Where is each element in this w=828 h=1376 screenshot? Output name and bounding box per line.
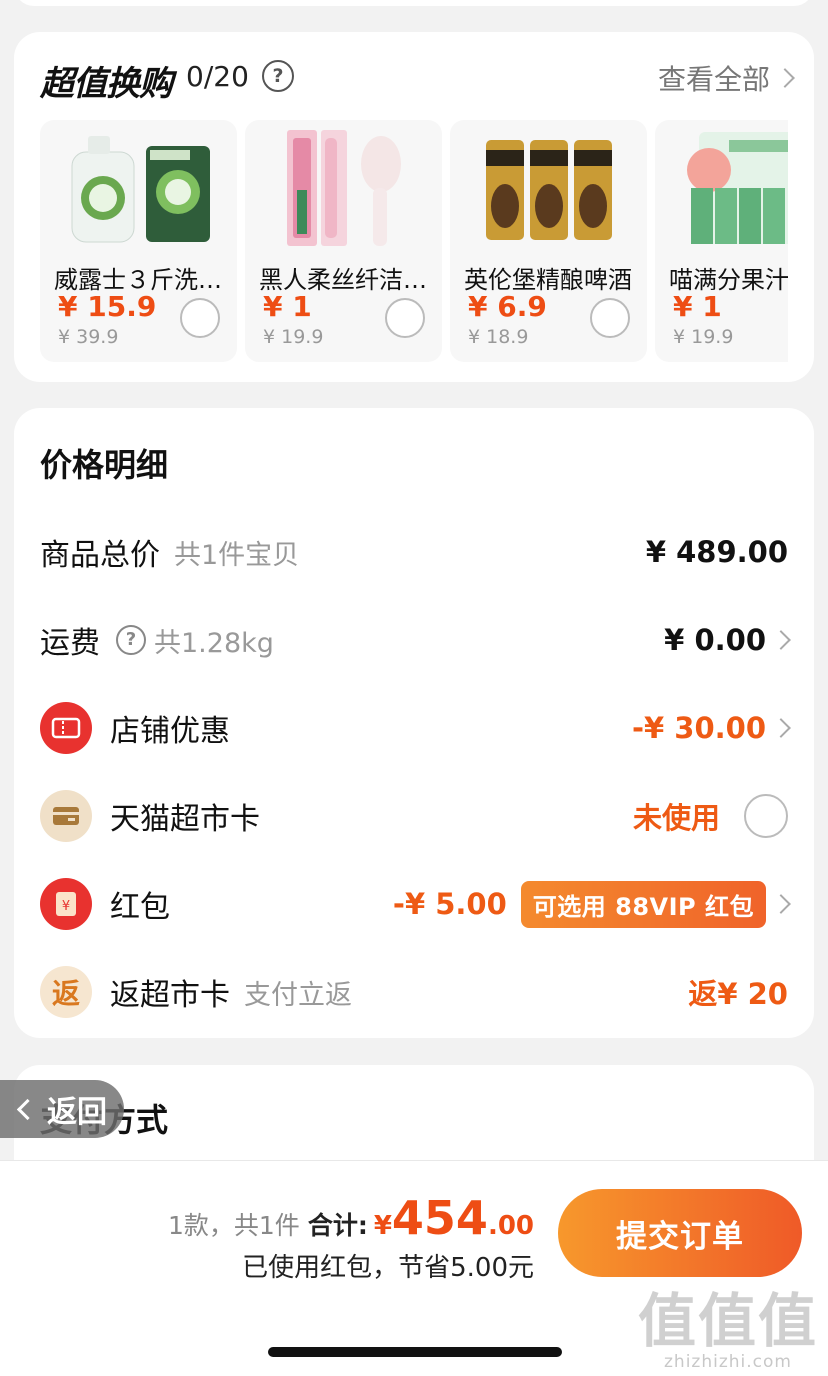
product-select-radio[interactable] — [180, 298, 220, 338]
submit-order-button[interactable]: 提交订单 — [558, 1189, 802, 1277]
view-all-label: 查看全部 — [657, 63, 770, 96]
product-select-radio[interactable] — [385, 298, 425, 338]
red-packet-icon: ¥ — [40, 878, 92, 930]
question-circle-icon[interactable]: ? — [262, 60, 294, 92]
previous-section-card — [14, 0, 814, 6]
exchange-product-card[interactable]: 英伦堡精酿啤酒 ¥ 6.9 ¥ 18.9 — [450, 120, 647, 362]
row-sub: 共1件宝贝 — [174, 539, 300, 571]
row-sub: 支付立返 — [244, 979, 352, 1011]
row-label: 红包 — [110, 890, 170, 925]
exchange-product-card[interactable]: 喵满分果汁冻 ¥ 1 ¥ 19.9 — [655, 120, 788, 362]
product-select-radio[interactable] — [590, 298, 630, 338]
supermarket-card-value-group: 未使用 — [633, 794, 788, 838]
row-label: 运费 — [40, 626, 100, 661]
price-detail-title: 价格明细 — [40, 446, 169, 484]
exchange-title: 超值换购 — [40, 64, 173, 104]
goods-total-row: 商品总价 共1件宝贝 ¥ 489.00 — [40, 522, 788, 582]
total-currency: ¥ — [373, 1211, 392, 1241]
row-sub: 共1.28kg — [154, 627, 274, 659]
chevron-right-icon — [771, 630, 791, 650]
exchange-product-card[interactable]: 黑人柔丝纤洁牙刷 ¥ 1 ¥ 19.9 — [245, 120, 442, 362]
row-label: 天猫超市卡 — [110, 802, 260, 837]
supermarket-card-row[interactable]: 天猫超市卡 未使用 — [40, 786, 788, 846]
row-label: 返超市卡 — [110, 978, 230, 1013]
row-label: 店铺优惠 — [110, 714, 230, 749]
product-original-price: ¥ 19.9 — [263, 326, 324, 348]
rebate-icon: 返 — [40, 966, 92, 1018]
product-price: ¥ 15.9 — [58, 290, 157, 323]
home-indicator[interactable] — [268, 1347, 562, 1357]
laundry-detergent-image — [71, 136, 210, 243]
product-original-price: ¥ 39.9 — [58, 326, 119, 348]
chevron-left-icon — [16, 1098, 39, 1120]
red-packet-value: -¥ 5.00 — [392, 887, 507, 921]
product-price: ¥ 1 — [673, 290, 722, 323]
product-original-price: ¥ 19.9 — [673, 326, 734, 348]
item-count: 1款，共1件 — [168, 1211, 300, 1240]
chevron-right-icon — [771, 718, 791, 738]
rebate-card-row: 返 返超市卡 支付立返 返¥ 20 — [40, 962, 788, 1022]
88vip-red-packet-badge[interactable]: 可选用 88VIP 红包 — [520, 880, 766, 928]
beer-cans-image — [486, 140, 612, 240]
view-all-link[interactable]: 查看全部 — [657, 58, 795, 98]
supermarket-card-radio[interactable] — [744, 794, 788, 838]
exchange-product-list[interactable]: 威露士３斤洗衣液 ¥ 15.9 ¥ 39.9 黑人柔丝纤洁牙刷 ¥ 1 ¥ 19… — [40, 120, 788, 364]
watermark: 值值值 zhizhizhi.com — [638, 1290, 818, 1372]
red-packet-row[interactable]: ¥ 红包 -¥ 5.00 可选用 88VIP 红包 — [40, 874, 791, 934]
price-detail-section: 价格明细 商品总价 共1件宝贝 ¥ 489.00 运费 ? 共1.28kg ¥ … — [14, 408, 814, 1038]
red-packet-value-group: -¥ 5.00 可选用 88VIP 红包 — [392, 880, 791, 928]
exchange-count: 0/20 — [186, 60, 249, 93]
saved-note: 已使用红包，节省5.00元 — [242, 1253, 534, 1283]
chevron-right-icon — [775, 68, 795, 88]
shipping-value: ¥ 0.00 — [664, 623, 766, 657]
shop-coupon-row[interactable]: 店铺优惠 -¥ 30.00 — [40, 698, 791, 758]
shipping-row[interactable]: 运费 ? 共1.28kg ¥ 0.00 — [40, 610, 791, 670]
product-original-price: ¥ 18.9 — [468, 326, 529, 348]
exchange-section: 超值换购 0/20 ? 查看全部 威露士３斤洗衣液 ¥ 15.9 ¥ 39.9 — [14, 32, 814, 382]
supermarket-card-icon — [40, 790, 92, 842]
exchange-product-card[interactable]: 威露士３斤洗衣液 ¥ 15.9 ¥ 39.9 — [40, 120, 237, 362]
supermarket-card-status: 未使用 — [632, 801, 720, 835]
shop-coupon-value-group: -¥ 30.00 — [631, 711, 791, 745]
watermark-url: zhizhizhi.com — [664, 1352, 792, 1372]
goods-total-value: ¥ 489.00 — [645, 535, 788, 569]
watermark-logo: 值值值 — [637, 1287, 818, 1355]
toothbrush-image — [287, 130, 401, 246]
shop-coupon-icon — [40, 702, 92, 754]
jelly-pack-image — [687, 132, 788, 244]
total-summary: 1款，共1件 合计: ¥ 454 .00 — [168, 1191, 534, 1245]
back-button[interactable]: 返回 — [0, 1080, 124, 1138]
shipping-value-group: ¥ 0.00 — [664, 623, 791, 657]
total-decimal: .00 — [487, 1211, 534, 1241]
rebate-value: 返¥ 20 — [688, 977, 788, 1011]
shop-coupon-value: -¥ 30.00 — [631, 711, 766, 745]
total-label: 合计: — [307, 1211, 368, 1240]
svg-text:¥: ¥ — [62, 899, 70, 914]
back-label: 返回 — [47, 1095, 107, 1130]
product-price: ¥ 6.9 — [468, 290, 547, 323]
total-integer: 454 — [391, 1191, 488, 1245]
chevron-right-icon — [771, 894, 791, 914]
row-label: 商品总价 — [40, 538, 160, 573]
product-price: ¥ 1 — [263, 290, 312, 323]
question-circle-icon[interactable]: ? — [116, 625, 146, 655]
